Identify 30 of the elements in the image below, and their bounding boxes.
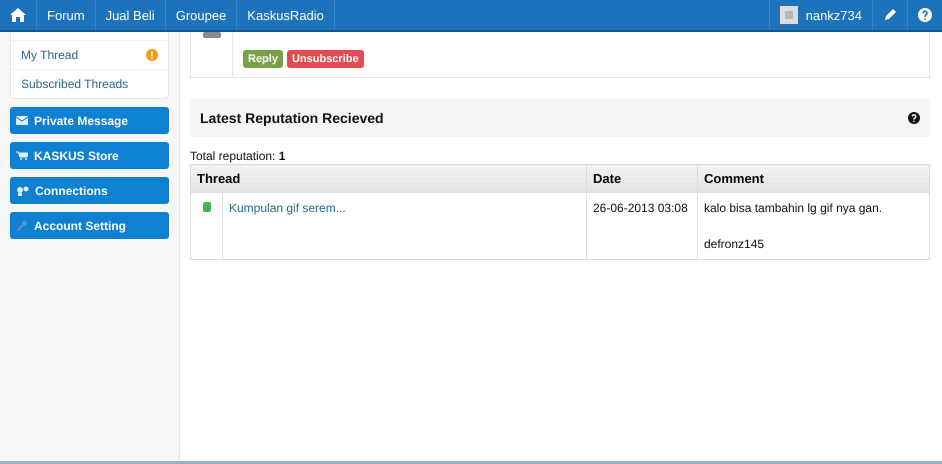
- nav-link[interactable]: Groupee: [166, 0, 238, 30]
- column-header: Date: [586, 164, 698, 192]
- nav-link[interactable]: Forum: [37, 0, 96, 30]
- user-menu[interactable]: nankz734: [768, 0, 873, 30]
- sidebar-item-label: My Thread: [21, 48, 78, 62]
- wrench-icon: [16, 220, 28, 232]
- column-header: Comment: [698, 164, 930, 192]
- username: nankz734: [806, 8, 862, 22]
- total-reputation: Total reputation: 1: [190, 149, 286, 163]
- sidebar-button[interactable]: Connections: [10, 177, 169, 204]
- envelope-icon: [16, 116, 28, 125]
- unsubscribe-button[interactable]: Unsubscribe: [286, 50, 364, 68]
- cart-icon: [16, 151, 28, 160]
- date-cell: 26-06-2013 03:08: [586, 192, 698, 260]
- sidebar-item-label: Subscribed Threads: [21, 77, 128, 91]
- sidebar-button[interactable]: KASKUS Store: [10, 142, 169, 169]
- sidebar-button[interactable]: Private Message: [10, 107, 169, 134]
- column-header: Thread: [190, 164, 586, 192]
- people-icon: [16, 186, 29, 196]
- sidebar-item[interactable]: Subscribed Threads: [11, 69, 168, 98]
- section-title: Latest Reputation Recieved: [200, 110, 384, 126]
- comment-text: kalo bisa tambahin lg gif nya gan.: [704, 201, 884, 215]
- sidebar-button[interactable]: Account Setting: [10, 212, 169, 239]
- help-icon[interactable]: [908, 112, 920, 124]
- reply-button[interactable]: Reply: [243, 50, 283, 68]
- nav-link[interactable]: KaskusRadio: [237, 0, 335, 30]
- nav-link[interactable]: Jual Beli: [96, 0, 166, 30]
- comment-author: defronz145: [704, 237, 766, 251]
- sidebar-item[interactable]: My Thread: [11, 40, 168, 69]
- thread-link[interactable]: Kumpulan gif serem...: [229, 201, 346, 215]
